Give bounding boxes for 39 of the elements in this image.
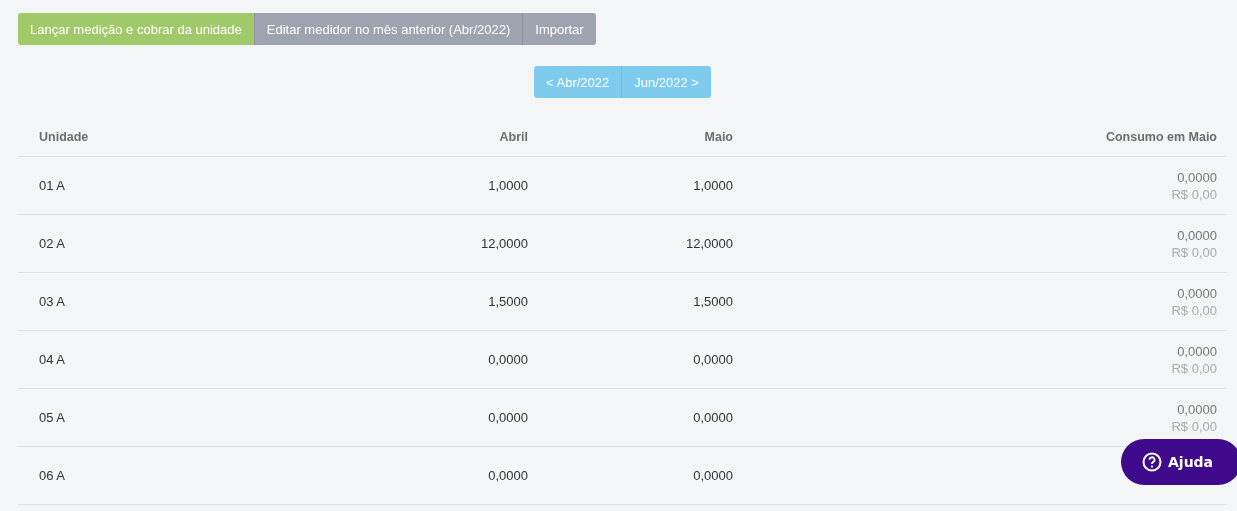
action-button[interactable]: Editar medidor no mês anterior (Abr/2022) <box>253 13 523 45</box>
consumption-value: 0,0000 <box>1177 227 1217 243</box>
action-button[interactable]: Importar <box>522 13 596 45</box>
column-header: Consumo em Maio <box>743 118 1227 157</box>
consumption-value: 0,0000 <box>1177 169 1217 185</box>
consumption-cost: R$ 0,00 <box>1171 302 1217 318</box>
consumption-cost: R$ 0,00 <box>1171 418 1217 434</box>
table-cell: 1,5000 <box>333 273 538 331</box>
table-cell: 1,5000 <box>538 273 743 331</box>
table-cell: 0,0000 <box>538 331 743 389</box>
table-cell: 1,0000 <box>333 157 538 215</box>
table-cell: 02 A <box>18 215 333 273</box>
help-button[interactable]: Ajuda <box>1121 439 1237 485</box>
table-cell: 03 A <box>18 273 333 331</box>
consumption-value: 0,0000 <box>1177 343 1217 359</box>
table-cell: 12,0000 <box>333 215 538 273</box>
column-header: Unidade <box>18 118 333 157</box>
column-header: Maio <box>538 118 743 157</box>
consumption-cost: R$ 0,00 <box>1171 360 1217 376</box>
question-icon <box>1142 452 1162 472</box>
table-cell: 12,0000 <box>538 215 743 273</box>
table-cell: 04 A <box>18 331 333 389</box>
table-cell: 0,0000 <box>333 447 538 505</box>
column-header: Abril <box>333 118 538 157</box>
previous-month-button[interactable]: < Abr/2022 <box>534 66 622 98</box>
table-cell: 0,0000 <box>538 447 743 505</box>
table-cell: 06 A <box>18 447 333 505</box>
table-cell: 0,0000 <box>333 389 538 447</box>
consumption-value: 0,0000 <box>1177 285 1217 301</box>
table-cell: 05 A <box>18 389 333 447</box>
consumption-value: 0,0000 <box>1177 401 1217 417</box>
consumption-cost: R$ 0,00 <box>1171 244 1217 260</box>
table-cell: 0,0000 <box>333 331 538 389</box>
table-cell: 1,0000 <box>538 157 743 215</box>
next-month-button[interactable]: Jun/2022 > <box>621 66 711 98</box>
consumption-cost: R$ 0,00 <box>1171 186 1217 202</box>
table-cell: 0,0000 <box>538 389 743 447</box>
action-button[interactable]: Lançar medição e cobrar da unidade <box>18 13 254 45</box>
table-cell: 01 A <box>18 157 333 215</box>
